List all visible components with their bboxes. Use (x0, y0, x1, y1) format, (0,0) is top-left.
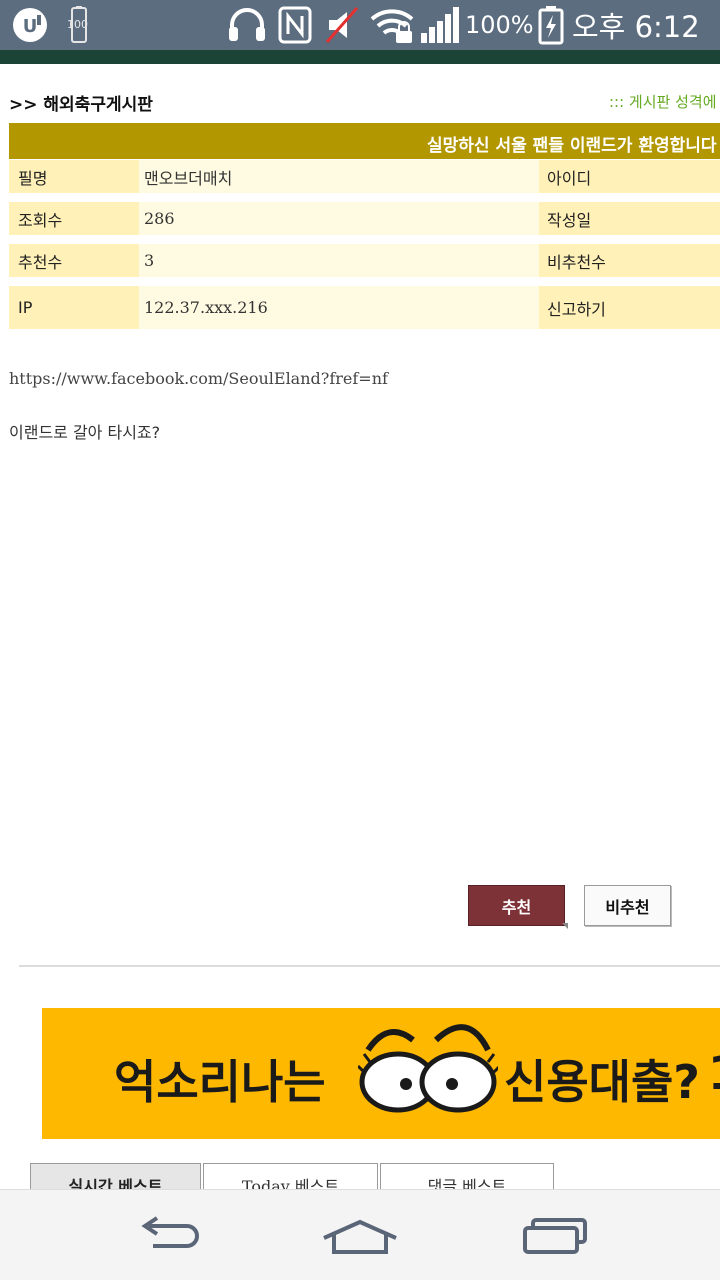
battery-badge-text: 100 (67, 18, 88, 31)
date-label: 작성일 (539, 202, 720, 235)
not-recommend-button[interactable]: 비추천 (584, 885, 671, 926)
back-icon (141, 1215, 200, 1248)
battery-charging-icon (538, 0, 564, 50)
cartoon-eyes-icon (356, 1010, 502, 1134)
ip-label: IP (9, 286, 139, 329)
ip-row: IP 122.37.xxx.216 신고하기 (9, 286, 720, 329)
nfc-icon (278, 0, 312, 50)
recommend-button-label: 추천 (501, 897, 532, 917)
header-accent-strip (0, 50, 720, 64)
post-title: 실망하신 서울 팬들 이랜드가 환영합니다 (427, 136, 717, 156)
recommend-count-label: 추천수 (9, 244, 139, 277)
mute-icon (325, 0, 361, 50)
svg-text:U: U (23, 16, 38, 37)
home-icon (323, 1219, 397, 1254)
recents-button[interactable] (500, 1190, 610, 1280)
ad-text-cut: 1 (708, 1046, 720, 1100)
corner-shadow (562, 923, 568, 929)
board-guidelines-link[interactable]: ::: 게시판 성격에 (609, 91, 717, 112)
clock: 오후 6:12 (572, 10, 700, 44)
not-recommend-count-label: 비추천수 (539, 244, 720, 277)
recents-icon (523, 1217, 587, 1254)
headset-icon (226, 0, 268, 50)
post-title-bar: 실망하신 서울 팬들 이랜드가 환영합니다 (9, 123, 720, 159)
post-body-text: 이랜드로 갈아 타시죠? (9, 423, 161, 442)
views-value: 286 (139, 202, 539, 235)
board-title: >> 해외축구게시판 (9, 95, 153, 115)
ad-text-right: 신용대출? (504, 1055, 700, 1109)
home-button[interactable] (305, 1190, 415, 1280)
views-label: 조회수 (9, 202, 139, 235)
battery-badge-icon: 100 (64, 0, 94, 50)
post-url-link[interactable]: https://www.facebook.com/SeoulEland?fref… (9, 369, 388, 388)
recommend-button[interactable]: 추천 (468, 885, 568, 929)
wifi-lock-icon (370, 0, 416, 50)
battery-percent: 100% (465, 11, 534, 39)
user-id-label: 아이디 (539, 160, 720, 193)
recommend-count-value: 3 (139, 244, 539, 277)
author-row: 필명 맨오브더매치 아이디 (9, 160, 720, 193)
views-row: 조회수 286 작성일 (9, 202, 720, 235)
author-label: 필명 (9, 160, 139, 193)
ip-value: 122.37.xxx.216 (139, 286, 539, 329)
back-button[interactable] (110, 1190, 220, 1280)
author-value[interactable]: 맨오브더매치 (139, 160, 539, 193)
uplus-logo-icon: U (10, 0, 50, 50)
ad-text-left: 억소리나는 (114, 1055, 326, 1109)
divider (19, 965, 720, 967)
ad-banner[interactable]: 억소리나는 신용대출? 1 (42, 1008, 720, 1139)
recommend-count-row: 추천수 3 비추천수 (9, 244, 720, 277)
status-bar: U 100 100% 오후 6:12 (0, 0, 720, 50)
report-link[interactable]: 신고하기 (539, 286, 720, 329)
signal-icon (420, 0, 460, 50)
not-recommend-button-label: 비추천 (605, 897, 650, 917)
navigation-bar (0, 1189, 720, 1280)
